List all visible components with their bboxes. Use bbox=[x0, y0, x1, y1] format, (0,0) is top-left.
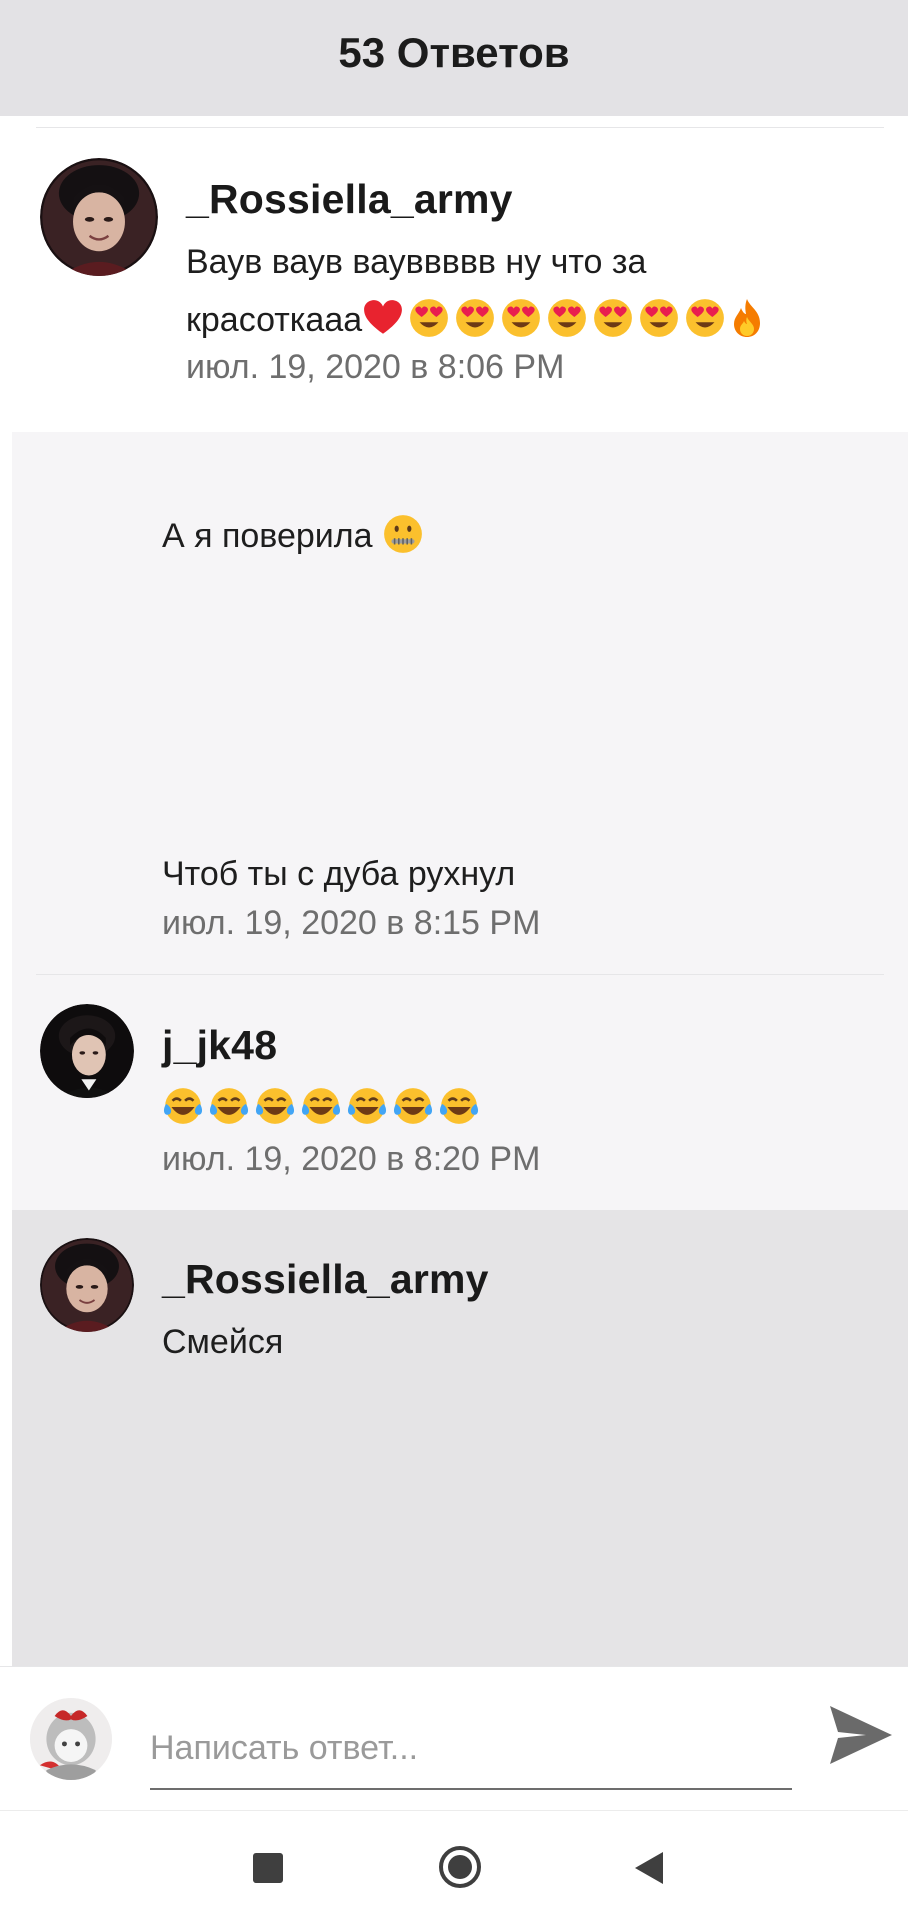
face-with-tears-of-joy-icon bbox=[438, 1085, 480, 1127]
comment-timestamp: июл. 19, 2020 в 8:15 PM bbox=[162, 904, 541, 942]
smiling-face-with-heart-eyes-icon bbox=[592, 297, 634, 339]
avatar[interactable] bbox=[40, 1004, 134, 1098]
comment-timestamp: июл. 19, 2020 в 8:06 PM bbox=[186, 348, 565, 386]
smiling-face-with-heart-eyes-icon bbox=[454, 297, 496, 339]
face-with-tears-of-joy-icon bbox=[346, 1085, 388, 1127]
nav-home-button[interactable] bbox=[436, 1843, 484, 1891]
face-with-tears-of-joy-icon bbox=[392, 1085, 434, 1127]
nav-back-button[interactable] bbox=[628, 1846, 672, 1890]
smiling-face-with-heart-eyes-icon bbox=[638, 297, 680, 339]
comment-text: красоткааа bbox=[186, 301, 363, 339]
reply-input[interactable] bbox=[150, 1708, 792, 1790]
comment-text-line: Ваув ваув вауввввв ну что за bbox=[186, 243, 647, 281]
smiling-face-with-heart-eyes-icon bbox=[408, 297, 450, 339]
comment-text-line: Чтоб ты с дуба рухнул bbox=[162, 855, 516, 893]
comment-timestamp: июл. 19, 2020 в 8:20 PM bbox=[162, 1140, 541, 1178]
nav-recents-button[interactable] bbox=[246, 1846, 290, 1890]
comment-username[interactable]: _Rossiella_army bbox=[186, 176, 513, 223]
comment-text: Смейся bbox=[162, 1323, 284, 1361]
avatar[interactable] bbox=[40, 1238, 134, 1332]
fire-icon bbox=[730, 297, 764, 339]
header-bar: 53 Ответов bbox=[0, 0, 908, 116]
smiling-face-with-heart-eyes-icon bbox=[500, 297, 542, 339]
face-with-tears-of-joy-icon bbox=[300, 1085, 342, 1127]
comment-text: А я поверила bbox=[162, 517, 373, 555]
triangle-back-icon bbox=[635, 1852, 663, 1884]
smiling-face-with-heart-eyes-icon bbox=[546, 297, 588, 339]
comment-username[interactable]: j_jk48 bbox=[162, 1022, 277, 1069]
send-button[interactable] bbox=[826, 1700, 896, 1770]
face-with-tears-of-joy-icon bbox=[254, 1085, 296, 1127]
divider bbox=[0, 1666, 908, 1667]
comment-username[interactable]: _Rossiella_army bbox=[162, 1256, 489, 1303]
avatar[interactable] bbox=[40, 158, 158, 276]
comment-text-line: красоткааа bbox=[186, 296, 768, 344]
comment-text-line: А я поверила bbox=[162, 512, 428, 560]
face-with-tears-of-joy-icon bbox=[162, 1085, 204, 1127]
smiling-face-with-heart-eyes-icon bbox=[684, 297, 726, 339]
send-icon bbox=[830, 1706, 892, 1764]
page-title: 53 Ответов bbox=[338, 29, 570, 76]
avatar[interactable] bbox=[30, 1698, 112, 1780]
comment-emoji-row bbox=[162, 1084, 484, 1132]
zipper-mouth-face-icon bbox=[382, 513, 424, 555]
circle-icon bbox=[439, 1846, 481, 1888]
divider bbox=[36, 974, 884, 975]
red-heart-icon bbox=[362, 297, 404, 339]
square-icon bbox=[253, 1853, 283, 1883]
face-with-tears-of-joy-icon bbox=[208, 1085, 250, 1127]
